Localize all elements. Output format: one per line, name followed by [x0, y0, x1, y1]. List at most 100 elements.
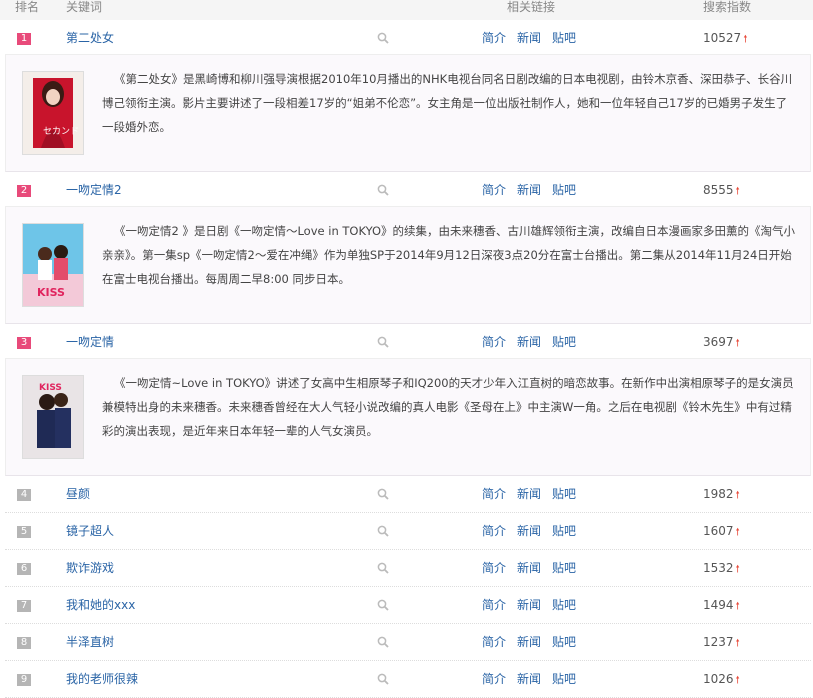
news-link[interactable]: 新闻: [517, 335, 541, 349]
keyword-link[interactable]: 一吻定情2: [66, 182, 122, 198]
search-icon[interactable]: [377, 599, 389, 611]
item-description: 《一吻定情~Love in TOKYO》讲述了女高中生相原琴子和IQ200的天才…: [102, 376, 794, 438]
tieba-link[interactable]: 贴吧: [552, 524, 576, 538]
svg-text:KISS: KISS: [37, 286, 65, 299]
search-icon[interactable]: [377, 184, 389, 196]
index-value: 1607: [703, 524, 734, 538]
tieba-link[interactable]: 贴吧: [552, 487, 576, 501]
keyword-link[interactable]: 昼颜: [66, 486, 90, 502]
search-index: 8555 🠕: [703, 182, 740, 200]
rank-badge: 3: [17, 337, 31, 349]
keyword-link[interactable]: 一吻定情: [66, 334, 114, 350]
arrow-up-icon: 🠕: [735, 564, 740, 575]
arrow-up-icon: 🠕: [735, 638, 740, 649]
arrow-up-icon: 🠕: [735, 675, 740, 686]
table-header: 排名 关键词 相关链接 搜索指数: [0, 0, 813, 20]
intro-link[interactable]: 简介: [482, 672, 506, 686]
index-value: 3697: [703, 335, 734, 349]
tieba-link[interactable]: 贴吧: [552, 31, 576, 45]
svg-text:KISS: KISS: [39, 383, 62, 393]
search-icon[interactable]: [377, 32, 389, 44]
intro-link[interactable]: 简介: [482, 635, 506, 649]
item-detail: セカンド 《第二处女》是黑崎博和柳川强导演根据2010年10月播出的NHK电视台…: [5, 55, 811, 172]
news-link[interactable]: 新闻: [517, 183, 541, 197]
news-link[interactable]: 新闻: [517, 598, 541, 612]
rank-badge: 7: [17, 600, 31, 612]
index-value: 1494: [703, 598, 734, 612]
index-value: 1237: [703, 635, 734, 649]
keyword-link[interactable]: 第二处女: [66, 30, 114, 46]
item-detail: KISS 《一吻定情2 》是日剧《一吻定情～Love in TOKYO》的续集，…: [5, 207, 811, 324]
intro-link[interactable]: 简介: [482, 335, 506, 349]
search-index: 10527 🠕: [703, 30, 747, 48]
arrow-up-icon: 🠕: [735, 186, 740, 197]
search-index: 1607 🠕: [703, 523, 740, 541]
item-description: 《一吻定情2 》是日剧《一吻定情～Love in TOKYO》的续集，由未来穗香…: [102, 224, 796, 286]
list-item: 8 半泽直树 简介 新闻 贴吧 1237 🠕: [5, 624, 811, 661]
rank-badge: 5: [17, 526, 31, 538]
news-link[interactable]: 新闻: [517, 561, 541, 575]
intro-link[interactable]: 简介: [482, 598, 506, 612]
list-item: 1 第二处女 简介 新闻 贴吧 10527 🠕: [5, 20, 811, 55]
list-item: 5 镜子超人 简介 新闻 贴吧 1607 🠕: [5, 513, 811, 550]
rank-badge: 4: [17, 489, 31, 501]
keyword-link[interactable]: 我的老师很辣: [66, 671, 138, 687]
search-index: 1982 🠕: [703, 486, 740, 504]
rank-badge: 8: [17, 637, 31, 649]
arrow-up-icon: 🠕: [735, 601, 740, 612]
news-link[interactable]: 新闻: [517, 487, 541, 501]
tieba-link[interactable]: 贴吧: [552, 561, 576, 575]
header-keyword: 关键词: [66, 0, 103, 14]
rank-badge: 1: [17, 33, 31, 45]
header-links: 相关链接: [507, 0, 556, 14]
intro-link[interactable]: 简介: [482, 183, 506, 197]
svg-text:セカンド: セカンド: [43, 126, 79, 137]
arrow-up-icon: 🠕: [743, 34, 748, 45]
news-link[interactable]: 新闻: [517, 524, 541, 538]
news-link[interactable]: 新闻: [517, 31, 541, 45]
intro-link[interactable]: 简介: [482, 487, 506, 501]
intro-link[interactable]: 简介: [482, 31, 506, 45]
rank-badge: 6: [17, 563, 31, 575]
tieba-link[interactable]: 贴吧: [552, 335, 576, 349]
list-item: 3 一吻定情 简介 新闻 贴吧 3697 🠕: [5, 324, 811, 359]
search-index: 1494 🠕: [703, 597, 740, 615]
header-rank: 排名: [15, 0, 40, 14]
tieba-link[interactable]: 贴吧: [552, 635, 576, 649]
poster-image[interactable]: KISS: [22, 375, 84, 459]
index-value: 1532: [703, 561, 734, 575]
poster-image[interactable]: KISS: [22, 223, 84, 307]
poster-image[interactable]: セカンド: [22, 71, 84, 155]
keyword-link[interactable]: 镜子超人: [66, 523, 114, 539]
tieba-link[interactable]: 贴吧: [552, 183, 576, 197]
search-icon[interactable]: [377, 562, 389, 574]
index-value: 8555: [703, 183, 734, 197]
search-icon[interactable]: [377, 525, 389, 537]
search-index: 1532 🠕: [703, 560, 740, 578]
keyword-link[interactable]: 我和她的xxx: [66, 597, 135, 613]
intro-link[interactable]: 简介: [482, 561, 506, 575]
search-icon[interactable]: [377, 636, 389, 648]
search-index: 1237 🠕: [703, 634, 740, 652]
list-item: 7 我和她的xxx 简介 新闻 贴吧 1494 🠕: [5, 587, 811, 624]
search-icon[interactable]: [377, 488, 389, 500]
keyword-link[interactable]: 半泽直树: [66, 634, 114, 650]
header-index: 搜索指数: [703, 0, 752, 14]
news-link[interactable]: 新闻: [517, 635, 541, 649]
index-value: 1982: [703, 487, 734, 501]
list-item: 9 我的老师很辣 简介 新闻 贴吧 1026 🠕: [5, 661, 811, 698]
tieba-link[interactable]: 贴吧: [552, 598, 576, 612]
news-link[interactable]: 新闻: [517, 672, 541, 686]
search-icon[interactable]: [377, 336, 389, 348]
intro-link[interactable]: 简介: [482, 524, 506, 538]
search-index: 1026 🠕: [703, 671, 740, 689]
tieba-link[interactable]: 贴吧: [552, 672, 576, 686]
list-item: 2 一吻定情2 简介 新闻 贴吧 8555 🠕: [5, 172, 811, 207]
arrow-up-icon: 🠕: [735, 490, 740, 501]
rank-badge: 2: [17, 185, 31, 197]
item-detail: KISS 《一吻定情~Love in TOKYO》讲述了女高中生相原琴子和IQ2…: [5, 359, 811, 476]
index-value: 1026: [703, 672, 734, 686]
search-icon[interactable]: [377, 673, 389, 685]
keyword-link[interactable]: 欺诈游戏: [66, 560, 114, 576]
list-item: 6 欺诈游戏 简介 新闻 贴吧 1532 🠕: [5, 550, 811, 587]
